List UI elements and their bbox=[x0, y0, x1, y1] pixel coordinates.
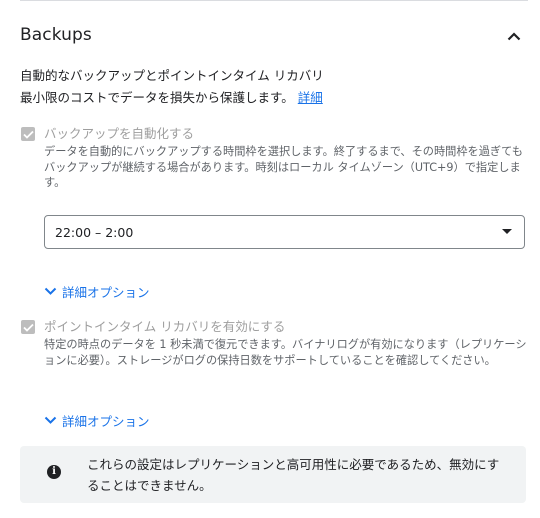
section-title: Backups bbox=[20, 25, 92, 45]
dropdown-arrow-icon bbox=[502, 229, 512, 234]
backups-panel: Backups 自動的なバックアップとポイントインタイム リカバリ 最小限のコス… bbox=[0, 0, 540, 518]
automate-backups-label: バックアップを自動化する bbox=[44, 126, 195, 141]
automate-backups-checkbox[interactable] bbox=[21, 127, 35, 141]
check-icon bbox=[22, 130, 34, 139]
backup-advanced-options-toggle[interactable]: 詳細オプション bbox=[42, 281, 150, 301]
backup-advanced-options-label: 詳細オプション bbox=[62, 284, 150, 300]
pitr-checkbox[interactable] bbox=[21, 320, 35, 334]
pitr-description: 特定の時点のデータを 1 秒未満で復元できます。バイナリログが有効になります（レ… bbox=[44, 338, 527, 367]
intro-text: 自動的なバックアップとポイントインタイム リカバリ 最小限のコストでデータを損失… bbox=[20, 65, 520, 109]
pitr-advanced-options-label: 詳細オプション bbox=[62, 413, 150, 429]
intro-line-2-text: 最小限のコストでデータを損失から保護します。 bbox=[20, 90, 294, 105]
chevron-down-icon bbox=[42, 412, 58, 428]
pitr-row: ポイントインタイム リカバリを有効にする 特定の時点のデータを 1 秒未満で復元… bbox=[20, 318, 528, 388]
backup-window-select[interactable]: 22:00 – 2:00 bbox=[44, 215, 525, 249]
pitr-advanced-options-toggle[interactable]: 詳細オプション bbox=[42, 410, 150, 430]
intro-line-1: 自動的なバックアップとポイントインタイム リカバリ bbox=[20, 68, 324, 83]
learn-more-link[interactable]: 詳細 bbox=[298, 90, 323, 105]
automate-backups-description: データを自動的にバックアップする時間枠を選択します。終了するまで、その時間枠を過… bbox=[44, 145, 523, 189]
chevron-down-icon bbox=[42, 283, 58, 299]
info-icon: i bbox=[47, 465, 61, 479]
top-divider bbox=[20, 0, 528, 1]
collapse-button[interactable] bbox=[502, 24, 526, 48]
check-icon bbox=[22, 323, 34, 332]
pitr-label: ポイントインタイム リカバリを有効にする bbox=[44, 319, 286, 334]
intro-line-2: 最小限のコストでデータを損失から保護します。 詳細 bbox=[20, 87, 520, 109]
automate-backups-row: バックアップを自動化する データを自動的にバックアップする時間枠を選択します。終… bbox=[20, 125, 528, 200]
chevron-up-icon bbox=[507, 32, 521, 41]
section-header[interactable]: Backups bbox=[20, 22, 528, 52]
info-text: これらの設定はレプリケーションと高可用性に必要であるため、無効にすることはできま… bbox=[87, 457, 500, 493]
info-callout: i これらの設定はレプリケーションと高可用性に必要であるため、無効にすることはで… bbox=[20, 446, 526, 503]
backup-window-value: 22:00 – 2:00 bbox=[55, 225, 134, 240]
